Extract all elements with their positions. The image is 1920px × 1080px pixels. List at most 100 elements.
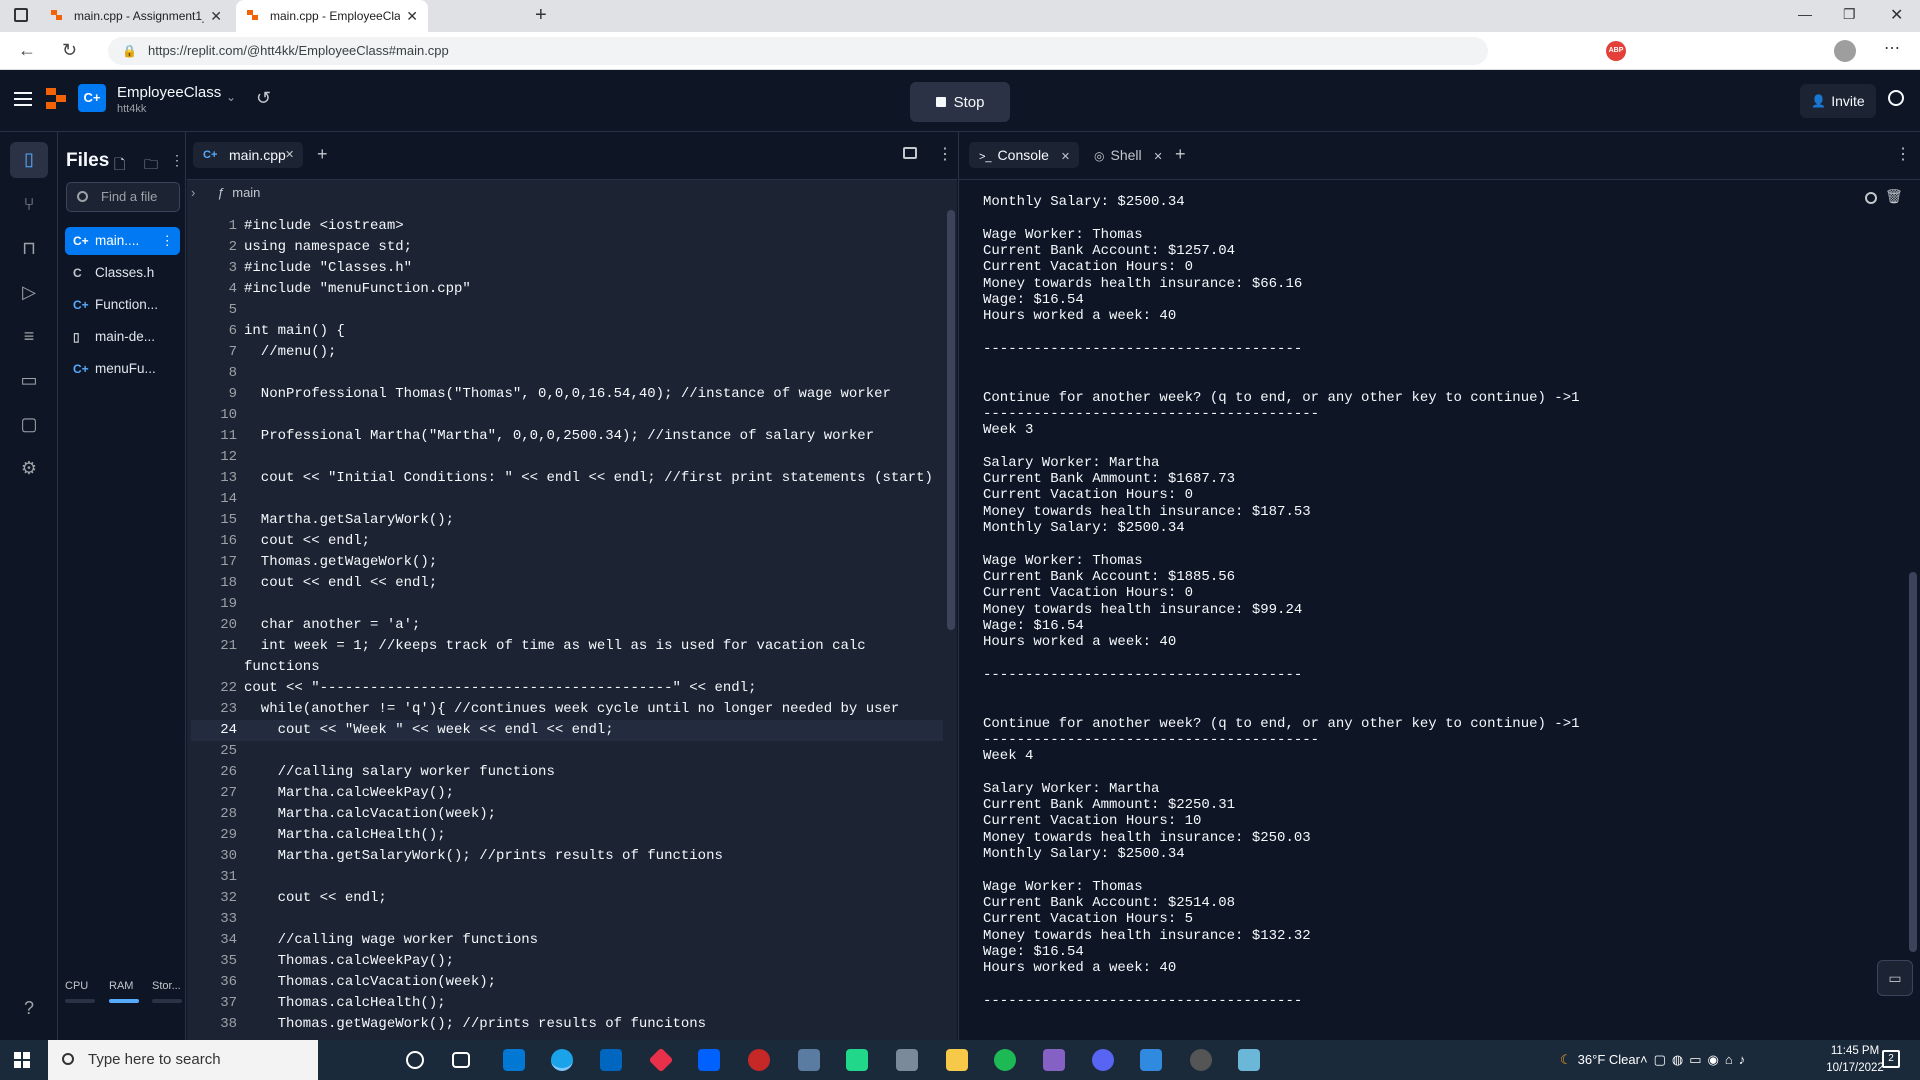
files-icon[interactable]: ▯ (18, 149, 40, 171)
pycharm-icon[interactable] (846, 1049, 868, 1071)
spotify-icon[interactable] (994, 1049, 1016, 1071)
files-menu-icon[interactable]: ⋮ (170, 152, 184, 169)
profile-avatar[interactable] (1834, 40, 1856, 62)
notifications-icon[interactable]: 2 (1882, 1050, 1900, 1068)
app-icon[interactable] (648, 1047, 674, 1073)
mail-app-icon[interactable] (503, 1049, 525, 1071)
breadcrumb[interactable]: › ƒ main (191, 180, 260, 206)
cpp-file-icon: C+ (73, 362, 89, 376)
code-line: int main() { (244, 323, 345, 339)
browser-tab-assignment[interactable]: main.cpp - Assignment1_Arrays ✕ (40, 0, 232, 32)
calculator-icon[interactable] (896, 1049, 918, 1071)
app-icon[interactable] (1238, 1049, 1260, 1071)
url-field[interactable]: 🔒 https://replit.com/@htt4kk/EmployeeCla… (108, 37, 1488, 65)
tab-title: main.cpp - Assignment1_Arrays (74, 9, 204, 23)
file-item-main-cpp[interactable]: C+ main.... ⋮ (65, 227, 180, 255)
close-tab-icon[interactable]: ✕ (1154, 151, 1163, 163)
console-menu-icon[interactable]: ⋮ (1895, 144, 1911, 164)
app-icon[interactable] (798, 1049, 820, 1071)
console-scrollbar[interactable] (1909, 572, 1917, 952)
hamburger-menu-icon[interactable] (14, 92, 32, 106)
clock[interactable]: 11:45 PM 10/17/2022 (1820, 1043, 1890, 1077)
editor-tab-bar: C+ main.cpp ✕ + ⋮ (187, 132, 957, 180)
back-icon[interactable]: ← (18, 40, 36, 61)
new-tab-icon[interactable]: + (535, 4, 547, 27)
weather-widget[interactable]: ☾ 36°F Clear (1560, 1040, 1640, 1080)
invite-button[interactable]: 👤 Invite (1800, 84, 1876, 118)
find-file-input[interactable]: Find a file (66, 182, 180, 212)
git-icon[interactable]: ⑂ (18, 194, 40, 216)
header-file-icon: C (73, 266, 82, 280)
cpp-file-icon: C+ (203, 149, 218, 161)
code-line: cout << "Week " << week << endl << endl; (244, 722, 614, 738)
code-line: Thomas.getWageWork(); (244, 554, 438, 570)
tab-console[interactable]: >_ Console ✕ (969, 142, 1079, 168)
add-tab-icon[interactable]: + (317, 144, 328, 165)
dropbox-icon[interactable] (698, 1049, 720, 1071)
tab-shell[interactable]: ◎ Shell ✕ (1084, 142, 1164, 168)
history-icon[interactable]: ↺ (256, 88, 271, 109)
close-tab-icon[interactable]: ✕ (1061, 151, 1070, 163)
close-tab-icon[interactable]: ✕ (210, 8, 222, 25)
database-icon[interactable]: ≡ (18, 326, 40, 348)
feedback-chat-icon[interactable]: ▭ (1877, 960, 1913, 996)
visual-studio-icon[interactable] (1043, 1049, 1065, 1071)
line-number: 2 (228, 239, 237, 255)
windows-start-icon[interactable] (14, 1052, 30, 1068)
restore-window-icon[interactable]: ❐ (1843, 6, 1856, 23)
close-tab-icon[interactable]: ✕ (406, 8, 418, 25)
chat-icon[interactable]: ▢ (18, 414, 40, 436)
clear-console-icon[interactable]: 🗑 (1885, 188, 1903, 205)
app-icon[interactable] (1140, 1049, 1162, 1071)
lock-secrets-icon[interactable]: ⊓ (18, 238, 40, 260)
app-icon[interactable] (748, 1049, 770, 1071)
inbox-icon[interactable]: ▭ (18, 370, 40, 392)
taskbar-search-input[interactable]: Type here to search (48, 1040, 318, 1080)
browser-menu-icon[interactable]: ⋯ (1884, 38, 1900, 58)
chevron-down-icon[interactable]: ⌄ (226, 90, 236, 104)
editor-layout-icon[interactable] (903, 147, 917, 159)
app-icon[interactable] (946, 1049, 968, 1071)
code-line: Thomas.calcVacation(week); (244, 974, 497, 990)
app-icon[interactable] (600, 1049, 622, 1071)
edge-browser-icon[interactable] (551, 1049, 573, 1071)
stop-button[interactable]: Stop (910, 82, 1010, 122)
taskbar-search-placeholder: Type here to search (88, 1051, 221, 1068)
close-tab-icon[interactable]: ✕ (285, 142, 294, 168)
task-view-icon[interactable] (452, 1052, 470, 1068)
tab-actions-icon[interactable] (14, 8, 28, 22)
close-window-icon[interactable]: ✕ (1890, 5, 1903, 25)
debugger-icon[interactable]: ▷ (18, 282, 40, 304)
replit-logo-icon[interactable] (46, 88, 68, 110)
new-folder-icon[interactable]: 🗀 (144, 154, 158, 178)
editor-menu-icon[interactable]: ⋮ (937, 144, 953, 164)
add-tab-icon[interactable]: + (1175, 144, 1186, 165)
console-line: Current Bank Ammount: $1687.73 (983, 471, 1236, 488)
file-item-main-de[interactable]: ▯ main-de... (65, 323, 180, 351)
system-tray-icons[interactable]: ˄▢◍▭◉⌂♪ (1640, 1052, 1751, 1068)
console-line: Week 3 (983, 422, 1034, 439)
file-item-menufunction[interactable]: C+ menuFu... (65, 355, 180, 383)
code-area[interactable]: 1 #include <iostream> 2 using namespace std… (187, 208, 947, 1040)
project-name[interactable]: EmployeeClass (117, 84, 221, 101)
file-item-classes-h[interactable]: C Classes.h (65, 259, 180, 287)
settings-gear-icon[interactable]: ⚙ (18, 458, 40, 480)
abp-extension-icon[interactable]: ABP (1606, 41, 1626, 61)
file-options-icon[interactable]: ⋮ (161, 227, 175, 255)
browser-tab-employeeclass[interactable]: main.cpp - EmployeeClass - Rep ✕ (236, 0, 428, 32)
file-name: menuFu... (95, 361, 156, 376)
help-icon[interactable]: ? (18, 998, 40, 1020)
discord-icon[interactable] (1092, 1049, 1114, 1071)
search-icon[interactable] (1888, 90, 1904, 106)
minimize-window-icon[interactable]: — (1798, 6, 1812, 22)
file-item-function[interactable]: C+ Function... (65, 291, 180, 319)
new-file-icon[interactable]: 🗋 (114, 154, 125, 178)
app-icon[interactable] (1190, 1049, 1212, 1071)
tab-main-cpp[interactable]: C+ main.cpp ✕ (193, 142, 303, 168)
cortana-icon[interactable] (406, 1051, 424, 1069)
editor-scrollbar[interactable] (947, 210, 955, 630)
console-output[interactable]: Monthly Salary: $2500.34 Wage Worker: Tho… (983, 180, 1883, 1040)
line-number: 31 (220, 869, 237, 885)
code-line: Thomas.calcWeekPay(); (244, 953, 455, 969)
refresh-icon[interactable]: ↻ (62, 40, 77, 61)
